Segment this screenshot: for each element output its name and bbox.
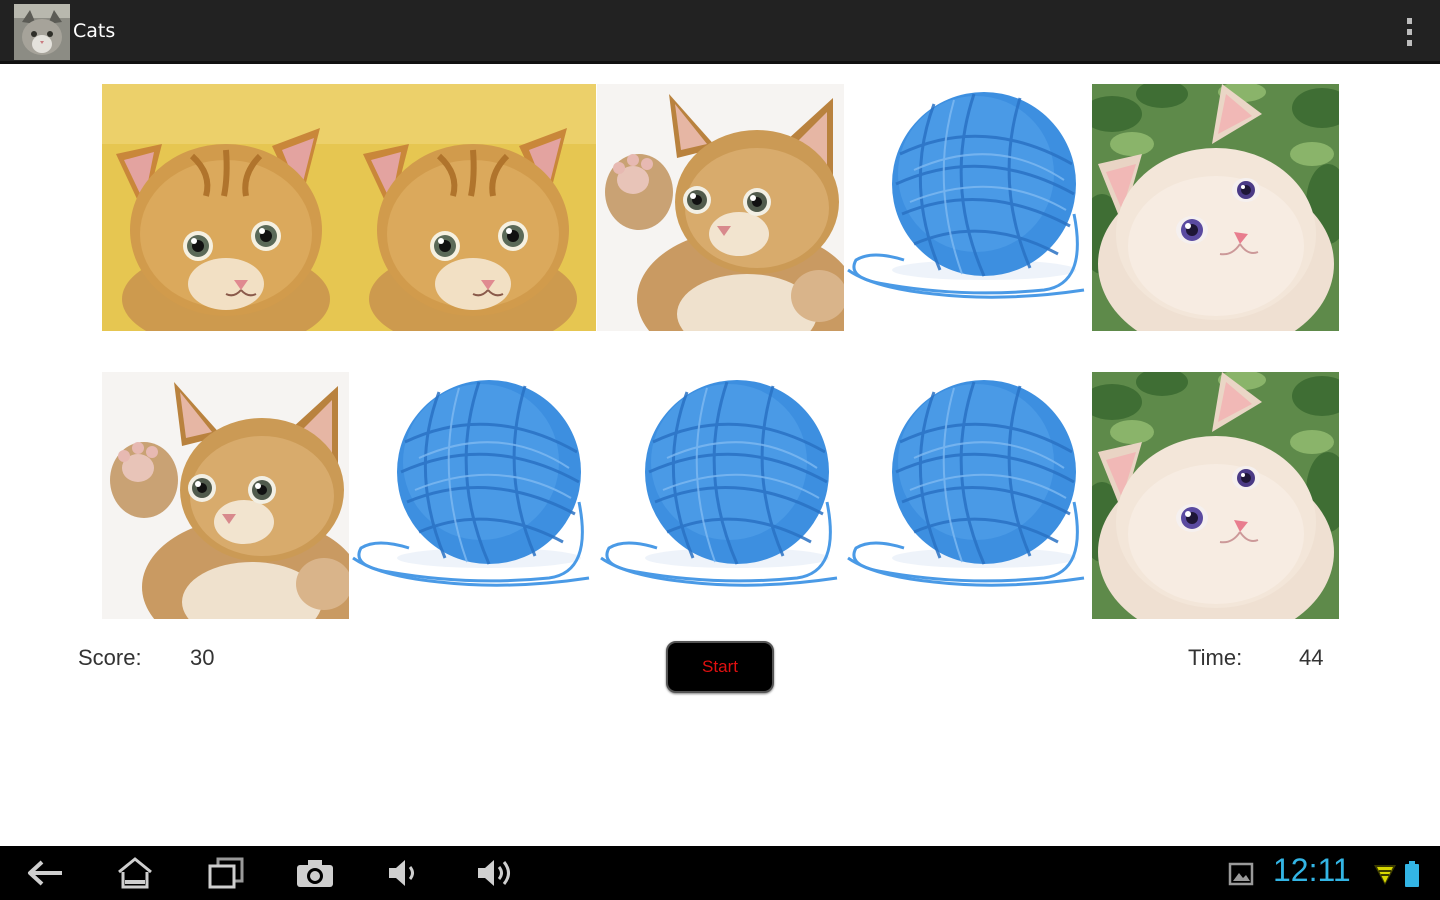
waving-kitten-image: [102, 372, 349, 619]
start-button[interactable]: Start: [666, 641, 774, 693]
cream-kitten-image: [1092, 372, 1339, 619]
time-value: 44: [1299, 645, 1324, 670]
wifi-icon: [1373, 860, 1397, 888]
card-tile[interactable]: [844, 84, 1091, 331]
volume-up-icon[interactable]: [474, 856, 518, 890]
overflow-menu-icon[interactable]: [1404, 18, 1414, 46]
yarn-ball-image: [844, 84, 1091, 331]
card-tile[interactable]: [1092, 84, 1339, 331]
action-bar: Cats: [0, 0, 1440, 64]
yarn-ball-image: [349, 372, 596, 619]
score-label: Score:: [78, 645, 142, 670]
card-tile[interactable]: [597, 84, 844, 331]
cat-app-icon[interactable]: [14, 4, 70, 60]
ginger-kitten-image: [102, 84, 349, 331]
card-tile[interactable]: [102, 372, 349, 619]
waving-kitten-image: [597, 84, 844, 331]
battery-icon: [1404, 860, 1420, 888]
home-icon[interactable]: [113, 856, 157, 890]
screenshot-icon[interactable]: [293, 856, 337, 890]
score-value: 30: [190, 645, 215, 670]
recent-apps-icon[interactable]: [204, 856, 248, 890]
yarn-ball-image: [844, 372, 1091, 619]
gallery-notification-icon[interactable]: [1228, 860, 1254, 888]
card-tile[interactable]: [349, 84, 596, 331]
card-tile[interactable]: [102, 84, 349, 331]
ginger-kitten-image: [349, 84, 596, 331]
cream-kitten-image: [1092, 84, 1339, 331]
card-tile[interactable]: [844, 372, 1091, 619]
card-tile[interactable]: [597, 372, 844, 619]
time-label: Time:: [1188, 645, 1243, 670]
game-board: [102, 84, 1339, 619]
card-tile[interactable]: [1092, 372, 1339, 619]
volume-down-icon[interactable]: [381, 856, 425, 890]
app-title: Cats: [73, 20, 116, 42]
system-nav-bar: [0, 846, 1440, 900]
status-clock: 12:11: [1273, 852, 1351, 888]
back-icon[interactable]: [22, 856, 66, 890]
yarn-ball-image: [597, 372, 844, 619]
card-tile[interactable]: [349, 372, 596, 619]
